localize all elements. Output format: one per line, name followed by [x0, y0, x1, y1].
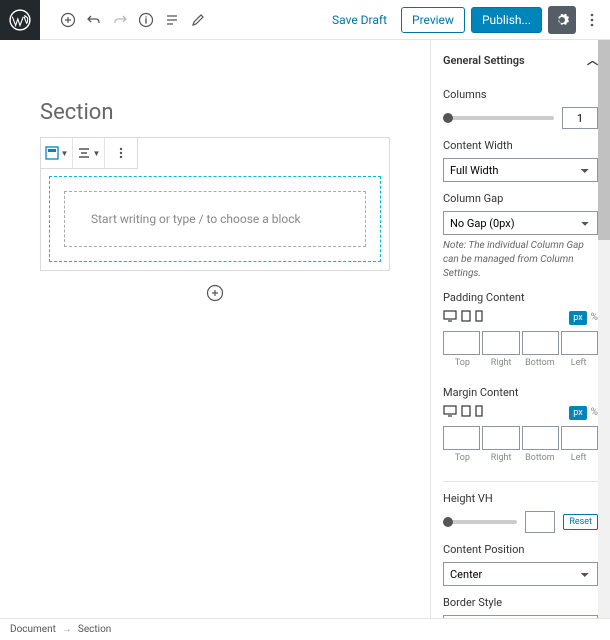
- toolbar-left: [40, 10, 208, 30]
- padding-unit-pct[interactable]: %: [591, 312, 598, 323]
- columns-label: Columns: [443, 88, 598, 101]
- padding-top-input[interactable]: [443, 331, 480, 355]
- padding-left-input[interactable]: [561, 331, 598, 355]
- breadcrumb-section[interactable]: Section: [78, 624, 111, 635]
- wp-logo[interactable]: [0, 0, 40, 40]
- publish-button[interactable]: Publish...: [471, 7, 542, 33]
- label-right: Right: [482, 450, 521, 463]
- padding-label: Padding Content: [443, 291, 598, 304]
- block-more-icon[interactable]: [105, 138, 137, 168]
- tablet-icon[interactable]: [461, 310, 471, 325]
- label-left: Left: [559, 450, 598, 463]
- mobile-icon[interactable]: [475, 310, 483, 325]
- margin-top-input[interactable]: [443, 426, 480, 450]
- align-icon[interactable]: ▼: [73, 138, 105, 168]
- mobile-icon[interactable]: [475, 405, 483, 420]
- block-type-icon[interactable]: ▼: [41, 138, 73, 168]
- tablet-icon[interactable]: [461, 405, 471, 420]
- page-scrollbar[interactable]: [598, 40, 610, 620]
- block-content: Start writing or type / to choose a bloc…: [41, 168, 389, 270]
- content-position-label: Content Position: [443, 543, 598, 556]
- label-right: Right: [482, 355, 521, 368]
- desktop-icon[interactable]: [443, 310, 457, 325]
- main-area: Section ▼ ▼ Start writing or type / to c…: [0, 40, 610, 620]
- settings-gear-icon[interactable]: [548, 6, 576, 34]
- section-block[interactable]: ▼ ▼ Start writing or type / to choose a …: [40, 137, 390, 271]
- margin-left-input[interactable]: [561, 426, 598, 450]
- outline-icon[interactable]: [162, 10, 182, 30]
- column-gap-note: Note: The individual Column Gap can be m…: [443, 239, 598, 281]
- label-top: Top: [443, 355, 482, 368]
- breadcrumb-document[interactable]: Document: [10, 624, 56, 635]
- settings-sidebar: General Settings ︿ Columns Content Width…: [430, 40, 610, 620]
- margin-label: Margin Content: [443, 386, 598, 399]
- column-outline[interactable]: Start writing or type / to choose a bloc…: [49, 176, 381, 262]
- add-block-below-icon[interactable]: [205, 283, 225, 303]
- desktop-icon[interactable]: [443, 405, 457, 420]
- block-toolbar: ▼ ▼: [40, 137, 138, 169]
- label-top: Top: [443, 450, 482, 463]
- save-draft-button[interactable]: Save Draft: [324, 7, 395, 33]
- column-gap-select[interactable]: No Gap (0px): [443, 211, 598, 235]
- preview-button[interactable]: Preview: [401, 7, 465, 33]
- margin-unit-pct[interactable]: %: [591, 407, 598, 418]
- margin-right-input[interactable]: [482, 426, 519, 450]
- height-vh-label: Height VH: [443, 492, 598, 505]
- margin-unit-px[interactable]: px: [569, 406, 586, 420]
- redo-icon[interactable]: [110, 10, 130, 30]
- column-gap-label: Column Gap: [443, 192, 598, 205]
- content-width-select[interactable]: Full Width: [443, 158, 598, 182]
- more-menu-icon[interactable]: [582, 6, 602, 34]
- height-vh-reset[interactable]: Reset: [563, 514, 598, 530]
- columns-slider[interactable]: [443, 116, 554, 120]
- breadcrumb-arrow: →: [62, 624, 72, 635]
- content-position-select[interactable]: Center: [443, 562, 598, 586]
- label-left: Left: [559, 355, 598, 368]
- undo-icon[interactable]: [84, 10, 104, 30]
- section-heading: Section: [40, 100, 390, 125]
- info-icon[interactable]: [136, 10, 156, 30]
- label-bottom: Bottom: [521, 355, 560, 368]
- label-bottom: Bottom: [521, 450, 560, 463]
- toolbar-right: Save Draft Preview Publish...: [324, 6, 610, 34]
- editor-canvas: Section ▼ ▼ Start writing or type / to c…: [0, 40, 430, 620]
- edit-icon[interactable]: [188, 10, 208, 30]
- breadcrumb-footer: Document → Section: [0, 618, 610, 640]
- margin-bottom-input[interactable]: [522, 426, 559, 450]
- padding-right-input[interactable]: [482, 331, 519, 355]
- height-vh-input[interactable]: [525, 511, 555, 533]
- panel-title: General Settings: [443, 54, 525, 67]
- top-toolbar: Save Draft Preview Publish...: [0, 0, 610, 40]
- columns-input[interactable]: [562, 107, 598, 129]
- content-width-label: Content Width: [443, 139, 598, 152]
- panel-general-settings[interactable]: General Settings ︿: [443, 40, 598, 78]
- padding-bottom-input[interactable]: [522, 331, 559, 355]
- divider: [443, 481, 598, 482]
- placeholder-text: Start writing or type / to choose a bloc…: [91, 210, 339, 228]
- padding-unit-px[interactable]: px: [569, 311, 586, 325]
- height-vh-slider[interactable]: [443, 520, 517, 524]
- inner-block-placeholder[interactable]: Start writing or type / to choose a bloc…: [64, 191, 366, 247]
- chevron-up-icon: ︿: [587, 52, 598, 68]
- add-block-icon[interactable]: [58, 10, 78, 30]
- border-style-label: Border Style: [443, 596, 598, 609]
